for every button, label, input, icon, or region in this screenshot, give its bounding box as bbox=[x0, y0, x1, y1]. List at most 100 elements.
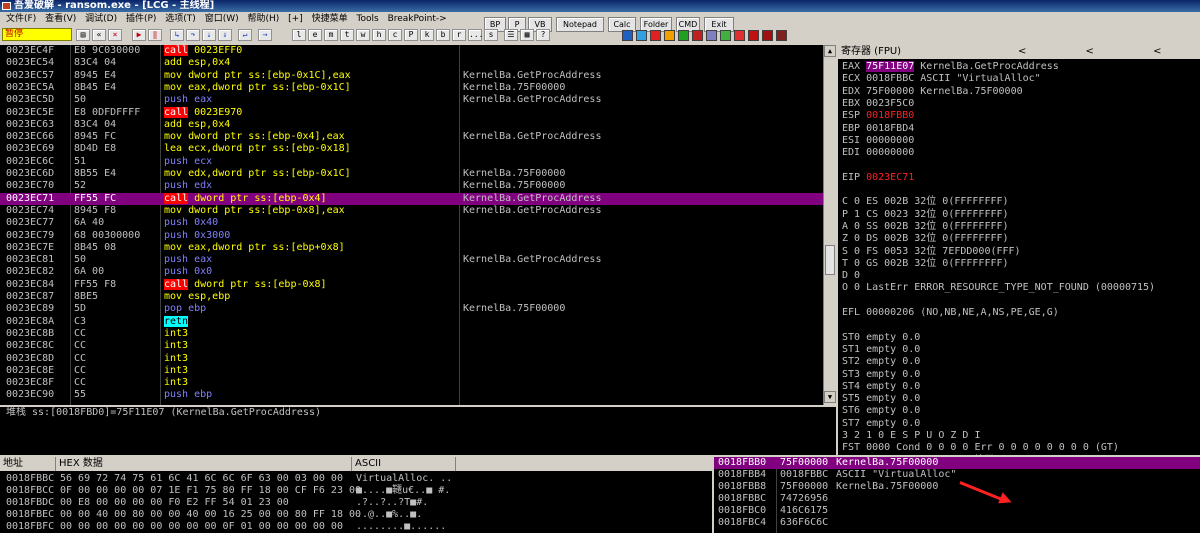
disasm-row[interactable]: 0023EC70 52 push edx KernelBa.75F00000 bbox=[0, 180, 836, 192]
toolbar-m[interactable]: m bbox=[324, 29, 338, 41]
dump-col-address[interactable]: 地址 bbox=[0, 457, 56, 471]
disassembly-pane[interactable]: 0023EC4F E8 9C030000 call 0023EFF0 0023EC54… bbox=[0, 45, 836, 405]
stack-row[interactable]: 0018FBC0 416C6175 bbox=[714, 505, 1200, 517]
stack-row[interactable]: 0018FBB0 75F00000 KernelBa.75F00000 bbox=[714, 457, 1200, 469]
plugin-icon-9[interactable] bbox=[734, 30, 745, 41]
register-line[interactable]: C 0 ES 002B 32位 0(FFFFFFFF) bbox=[842, 196, 1009, 208]
disasm-row[interactable]: 0023EC6D 8B55 E4 mov edx,dword ptr ss:[ebp… bbox=[0, 168, 836, 180]
disassembly-scrollbar[interactable]: ▲ ▼ bbox=[823, 45, 836, 405]
memory-dump-pane[interactable]: 地址 HEX 数据 ASCII 0018FBBC 56 69 72 74 75 6… bbox=[0, 457, 712, 533]
menu-options[interactable]: 选项(T) bbox=[165, 12, 196, 27]
disasm-row[interactable]: 0023EC89 5D pop ebp KernelBa.75F00000 bbox=[0, 303, 836, 315]
dump-row[interactable]: 0018FBFC 00 00 00 00 00 00 00 00 00 0F 01… bbox=[0, 521, 712, 533]
toolbar-t[interactable]: t bbox=[340, 29, 354, 41]
menu-expand[interactable]: [+] bbox=[288, 12, 303, 27]
rewind-icon[interactable]: « bbox=[92, 29, 106, 41]
dump-row[interactable]: 0018FBDC 00 E8 00 00 00 00 F0 E2 FF 54 01… bbox=[0, 497, 712, 509]
disasm-row[interactable]: 0023EC6C 51 push ecx bbox=[0, 156, 836, 168]
disasm-row[interactable]: 0023EC63 83C4 04 add esp,0x4 bbox=[0, 119, 836, 131]
disasm-row[interactable]: 0023EC8A C3 retn bbox=[0, 315, 836, 328]
register-line[interactable]: ST1 empty 0.0 bbox=[842, 344, 920, 356]
register-line[interactable]: S 0 FS 0053 32位 7EFDD000(FFF) bbox=[842, 246, 1021, 258]
plugin-icon-12[interactable] bbox=[776, 30, 787, 41]
step-into-icon[interactable]: ↳ bbox=[170, 29, 184, 41]
disasm-row[interactable]: 0023EC90 55 push ebp bbox=[0, 389, 836, 401]
register-line[interactable]: ST3 empty 0.0 bbox=[842, 369, 920, 381]
disasm-row[interactable]: 0023EC5E E8 0DFDFFFF call 0023E970 bbox=[0, 106, 836, 119]
help-icon[interactable]: ? bbox=[536, 29, 550, 41]
scroll-down-icon[interactable]: ▼ bbox=[824, 391, 836, 403]
plugin-icon-10[interactable] bbox=[748, 30, 759, 41]
disasm-row[interactable]: 0023EC4F E8 9C030000 call 0023EFF0 bbox=[0, 45, 836, 57]
menu-view[interactable]: 查看(V) bbox=[45, 12, 76, 27]
toolbar-h[interactable]: h bbox=[372, 29, 386, 41]
toolbar-b[interactable]: b bbox=[436, 29, 450, 41]
plugin-icon-8[interactable] bbox=[720, 30, 731, 41]
register-line[interactable]: ST7 empty 0.0 bbox=[842, 418, 920, 430]
disasm-row[interactable]: 0023EC82 6A 00 push 0x0 bbox=[0, 266, 836, 278]
disasm-row[interactable]: 0023EC87 8BE5 mov esp,ebp bbox=[0, 291, 836, 303]
dump-row[interactable]: 0018FBCC 0F 00 00 00 00 07 1E F1 75 80 FF… bbox=[0, 485, 712, 497]
disasm-row[interactable]: 0023EC77 6A 40 push 0x40 bbox=[0, 217, 836, 229]
register-line[interactable]: EDI 00000000 bbox=[842, 147, 914, 159]
menu-breakpoint[interactable]: BreakPoint-> bbox=[388, 12, 447, 27]
disasm-row[interactable]: 0023EC8D CC int3 bbox=[0, 353, 836, 365]
run-icon[interactable]: ▶ bbox=[132, 29, 146, 41]
stack-row[interactable]: 0018FBBC 74726956 bbox=[714, 493, 1200, 505]
toolbar-e[interactable]: e bbox=[308, 29, 322, 41]
stack-row[interactable]: 0018FBB4 0018FBBC ASCII "VirtualAlloc" bbox=[714, 469, 1200, 481]
register-line[interactable]: T 0 GS 002B 32位 0(FFFFFFFF) bbox=[842, 258, 1009, 270]
dump-col-ascii[interactable]: ASCII bbox=[352, 457, 456, 471]
list-icon[interactable]: ☰ bbox=[504, 29, 518, 41]
toolbar-p[interactable]: P bbox=[404, 29, 418, 41]
register-line[interactable]: ST5 empty 0.0 bbox=[842, 393, 920, 405]
register-line[interactable]: EIP 0023EC71 bbox=[842, 172, 914, 184]
register-line[interactable]: ESI 00000000 bbox=[842, 135, 914, 147]
register-line[interactable]: A 0 SS 002B 32位 0(FFFFFFFF) bbox=[842, 221, 1009, 233]
toolbar-r[interactable]: r bbox=[452, 29, 466, 41]
register-line[interactable]: D 0 bbox=[842, 270, 860, 282]
menu-debug[interactable]: 调试(D) bbox=[85, 12, 117, 27]
disasm-row[interactable]: 0023EC69 8D4D E8 lea ecx,dword ptr ss:[ebp… bbox=[0, 143, 836, 155]
toolbar-dots[interactable]: ... bbox=[468, 29, 483, 41]
menu-plugins[interactable]: 插件(P) bbox=[126, 12, 156, 27]
stack-row[interactable]: 0018FBB8 75F00000 KernelBa.75F00000 bbox=[714, 481, 1200, 493]
scroll-thumb[interactable] bbox=[825, 245, 835, 275]
pause-icon[interactable]: ‖ bbox=[148, 29, 162, 41]
scroll-up-icon[interactable]: ▲ bbox=[824, 45, 836, 57]
register-line[interactable]: ST0 empty 0.0 bbox=[842, 332, 920, 344]
trace-over-icon[interactable]: ⇓ bbox=[218, 29, 232, 41]
disasm-row[interactable]: 0023EC54 83C4 04 add esp,0x4 bbox=[0, 57, 836, 69]
register-line[interactable]: EDX 75F00000 KernelBa.75F00000 bbox=[842, 86, 1023, 98]
register-line[interactable]: ST2 empty 0.0 bbox=[842, 356, 920, 368]
disasm-row[interactable]: 0023EC81 50 push eax KernelBa.GetProcAddres… bbox=[0, 254, 836, 266]
menu-window[interactable]: 窗口(W) bbox=[205, 12, 239, 27]
disasm-row[interactable]: 0023EC74 8945 F8 mov dword ptr ss:[ebp-0x8… bbox=[0, 205, 836, 217]
register-line[interactable]: FST 0000 Cond 0 0 0 0 Err 0 0 0 0 0 0 0 … bbox=[842, 442, 1119, 454]
registers-pane[interactable]: 寄存器 (FPU) < < < < < < EAX 75F11E07 Kerne… bbox=[838, 45, 1200, 455]
plugin-icon-7[interactable] bbox=[706, 30, 717, 41]
register-line[interactable]: EFL 00000206 (NO,NB,NE,A,NS,PE,GE,G) bbox=[842, 307, 1059, 319]
disasm-row[interactable]: 0023EC84 FF55 F8 call dword ptr ss:[ebp-0x… bbox=[0, 278, 836, 291]
plugin-icon-4[interactable] bbox=[664, 30, 675, 41]
toolbar-s[interactable]: s bbox=[484, 29, 498, 41]
goto-icon[interactable]: → bbox=[258, 29, 272, 41]
disasm-row[interactable]: 0023EC5A 8B45 E4 mov eax,dword ptr ss:[ebp… bbox=[0, 82, 836, 94]
toolbar-w[interactable]: w bbox=[356, 29, 370, 41]
disasm-row[interactable]: 0023EC8E CC int3 bbox=[0, 365, 836, 377]
dump-col-hex[interactable]: HEX 数据 bbox=[56, 457, 352, 471]
disasm-row[interactable]: 0023EC8B CC int3 bbox=[0, 328, 836, 340]
disasm-row[interactable]: 0023EC66 8945 FC mov dword ptr ss:[ebp-0x4… bbox=[0, 131, 836, 143]
registers-nav-arrows[interactable]: < < < < < < bbox=[1018, 45, 1200, 59]
notepad-button[interactable]: Notepad bbox=[556, 17, 604, 32]
register-line[interactable]: ST4 empty 0.0 bbox=[842, 381, 920, 393]
menu-shortcut[interactable]: 快捷菜单 bbox=[312, 12, 348, 27]
plugin-icon-11[interactable] bbox=[762, 30, 773, 41]
disasm-row[interactable]: 0023EC71 FF55 FC call dword ptr ss:[ebp-0x… bbox=[0, 192, 836, 205]
toolbar-c[interactable]: c bbox=[388, 29, 402, 41]
register-line[interactable]: EBX 0023F5C0 bbox=[842, 98, 914, 110]
plugin-icon-2[interactable] bbox=[636, 30, 647, 41]
stack-row[interactable]: 0018FBC4 636F6C6C bbox=[714, 517, 1200, 529]
plugin-icon-6[interactable] bbox=[692, 30, 703, 41]
plugin-icon-5[interactable] bbox=[678, 30, 689, 41]
